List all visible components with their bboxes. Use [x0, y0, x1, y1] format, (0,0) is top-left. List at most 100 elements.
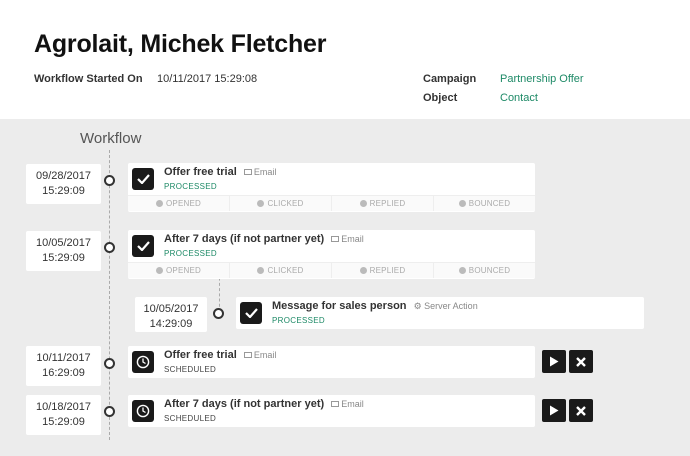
check-circle-icon [257, 200, 265, 207]
check-circle-icon [156, 267, 163, 274]
activity-card[interactable]: Message for sales person ⚙ Server Action… [236, 297, 644, 329]
activity-status: PROCESSED [164, 249, 217, 258]
started-on-value: 10/11/2017 15:29:08 [157, 73, 258, 85]
activity-date: 10/11/2017 16:29:09 [26, 346, 101, 386]
activity-date: 10/18/2017 15:29:09 [26, 395, 101, 435]
clock-icon [132, 351, 154, 373]
stat-label: BOUNCED [468, 266, 511, 275]
clock-icon [132, 400, 154, 422]
activity-type-text: Email [253, 167, 277, 177]
check-circle-icon [359, 200, 367, 207]
activity-type: Email [243, 167, 277, 177]
activity-card[interactable]: After 7 days (if not partner yet) Email … [128, 395, 535, 427]
activity-card[interactable]: Offer free trial Email SCHEDULED [128, 346, 535, 378]
timeline-node [213, 308, 224, 319]
check-circle-icon [458, 267, 466, 274]
activity-type-text: Email [341, 399, 364, 409]
activity-status: SCHEDULED [164, 414, 217, 423]
activity-type-text: Email [253, 350, 277, 360]
email-icon [331, 236, 340, 242]
stat-label: CLICKED [267, 266, 304, 275]
gears-icon: ⚙ [413, 301, 422, 311]
stat-label: OPENED [166, 199, 201, 208]
stat-label: BOUNCED [468, 199, 511, 208]
close-icon [576, 356, 586, 367]
email-icon [243, 169, 252, 175]
activity-title-text: After 7 days (if not partner yet) [164, 398, 325, 410]
stat-replied[interactable]: REPLIED [332, 196, 434, 211]
activity-type: Email [243, 350, 277, 360]
time-text: 15:29:09 [42, 185, 85, 197]
activity-stats: OPENED CLICKED REPLIED BOUNCED [128, 262, 535, 278]
activity-date: 09/28/2017 15:29:09 [26, 164, 101, 204]
stat-bounced[interactable]: BOUNCED [434, 196, 535, 211]
activity-title-text: Message for sales person [272, 300, 407, 312]
activity-title-rest: 7 days (if not partner yet) [192, 398, 325, 410]
stat-replied[interactable]: REPLIED [332, 263, 434, 278]
date-text: 10/11/2017 [36, 352, 91, 364]
stat-clicked[interactable]: CLICKED [230, 263, 332, 278]
activity-status: PROCESSED [164, 182, 217, 191]
stat-bounced[interactable]: BOUNCED [434, 263, 535, 278]
header: Agrolait, Michek Fletcher Workflow Start… [0, 0, 690, 119]
activity-type-text: Email [341, 234, 364, 244]
object-link[interactable]: Contact [500, 92, 538, 104]
run-now-button[interactable] [542, 399, 566, 422]
time-text: 15:29:09 [42, 416, 85, 428]
object-label: Object [423, 92, 458, 104]
activity-title-text: After 7 days (if not partner yet) [164, 233, 325, 245]
activity-stats: OPENED CLICKED REPLIED BOUNCED [128, 195, 535, 211]
stat-label: REPLIED [369, 266, 406, 275]
activity-title: Message for sales person ⚙ Server Action [272, 300, 478, 312]
run-now-button[interactable] [542, 350, 566, 373]
check-circle-icon [359, 267, 367, 274]
activity-status: SCHEDULED [164, 365, 217, 374]
stat-opened[interactable]: OPENED [128, 196, 230, 211]
time-text: 15:29:09 [42, 252, 85, 264]
campaign-link[interactable]: Partnership Offer [500, 73, 584, 85]
stat-clicked[interactable]: CLICKED [230, 196, 332, 211]
activity-type: ⚙ Server Action [414, 301, 478, 311]
activity-type: Email [331, 399, 364, 409]
activity-title-text: Offer free trial [164, 166, 237, 178]
activity-type: Email [331, 234, 364, 244]
check-circle-icon [458, 200, 466, 207]
check-circle-icon [257, 267, 265, 274]
date-text: 10/05/2017 [35, 237, 92, 249]
activity-title: Offer free trial Email [164, 349, 276, 361]
activity-title: Offer free trial Email [164, 166, 276, 178]
activity-title-text: Offer free trial [164, 349, 237, 361]
activity-status: PROCESSED [272, 316, 325, 325]
activity-title: After 7 days (if not partner yet) Email [164, 398, 364, 410]
close-icon [576, 405, 586, 416]
page-title: Agrolait, Michek Fletcher [34, 30, 327, 58]
check-icon [240, 302, 262, 324]
time-text: 14:29:09 [149, 318, 193, 330]
timeline-node [104, 406, 115, 417]
activity-type-text: Server Action [424, 301, 478, 311]
timeline-line [109, 150, 110, 440]
stat-opened[interactable]: OPENED [128, 263, 230, 278]
play-icon [550, 405, 559, 416]
date-text: 10/18/2017 [35, 401, 92, 413]
timeline-node [104, 175, 115, 186]
timeline-node [104, 358, 115, 369]
email-icon [331, 401, 340, 407]
check-icon [132, 235, 154, 257]
stat-label: OPENED [166, 266, 201, 275]
activity-card[interactable]: Offer free trial Email PROCESSED OPENED … [128, 163, 535, 212]
play-icon [550, 356, 559, 367]
activity-title: After 7 days (if not partner yet) Email [164, 233, 364, 245]
stat-label: CLICKED [267, 199, 304, 208]
campaign-label: Campaign [423, 73, 477, 85]
date-text: 09/28/2017 [35, 170, 92, 182]
time-text: 16:29:09 [42, 367, 85, 379]
started-on-label: Workflow Started On [34, 73, 143, 85]
check-circle-icon [156, 200, 163, 207]
cancel-button[interactable] [569, 350, 593, 373]
stat-label: REPLIED [369, 199, 406, 208]
date-text: 10/05/2017 [143, 303, 199, 315]
activity-card[interactable]: After 7 days (if not partner yet) Email … [128, 230, 535, 279]
cancel-button[interactable] [569, 399, 593, 422]
activity-date: 10/05/2017 15:29:09 [26, 231, 101, 271]
